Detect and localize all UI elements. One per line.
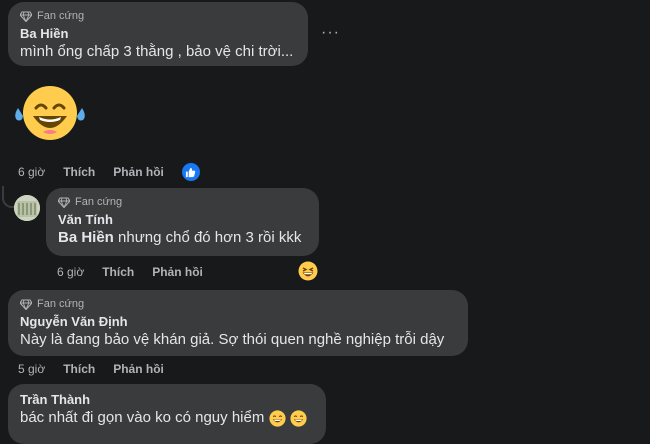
mention-link[interactable]: Ba Hiền — [58, 229, 114, 246]
author-name[interactable]: Văn Tính — [58, 212, 307, 227]
like-button[interactable]: Thích — [63, 362, 95, 376]
comment-time[interactable]: 6 giờ — [57, 265, 84, 279]
fan-badge: Fan cứng — [20, 296, 456, 312]
reply-button[interactable]: Phản hồi — [152, 265, 203, 279]
reply-button[interactable]: Phản hồi — [113, 362, 164, 376]
comment-actions-2: 6 giờ Thích Phản hồi — [57, 265, 221, 279]
comment-bubble-3: Fan cứng Nguyễn Văn Định Này là đang bảo… — [8, 290, 468, 356]
author-name[interactable]: Ba Hiền — [20, 26, 296, 41]
like-reaction-icon[interactable] — [181, 163, 200, 181]
comment-time[interactable]: 5 giờ — [18, 362, 45, 376]
like-button[interactable]: Thích — [63, 165, 95, 179]
badge-label: Fan cứng — [75, 196, 123, 208]
crying-laughing-emoji — [15, 86, 85, 140]
author-name[interactable]: Trần Thành — [20, 392, 314, 407]
laughing-emoji[interactable] — [298, 261, 318, 281]
badge-label: Fan cứng — [37, 10, 85, 22]
comment-bubble-4: Trần Thành bác nhất đi gọn vào ko có ngu… — [8, 384, 326, 444]
badge-label: Fan cứng — [37, 298, 85, 310]
like-button[interactable]: Thích — [102, 265, 134, 279]
diamond-icon — [58, 196, 70, 208]
reply-button[interactable]: Phản hồi — [113, 165, 164, 179]
fan-badge: Fan cứng — [58, 194, 307, 210]
diamond-icon — [20, 10, 32, 22]
grinning-emoji — [290, 409, 307, 427]
author-name[interactable]: Nguyễn Văn Định — [20, 314, 456, 329]
comment-text-body: nhưng chổ đó hơn 3 rồi kkk — [113, 229, 302, 246]
comment-text: mình ổng chấp 3 thằng , bảo vệ chi trời.… — [20, 43, 294, 60]
diamond-icon — [20, 298, 32, 310]
comment-actions-3: 5 giờ Thích Phản hồi — [18, 362, 182, 376]
comment-text-body: bác nhất đi gọn vào ko có nguy hiểm — [20, 409, 265, 426]
fan-badge: Fan cứng — [20, 8, 296, 24]
comment-bubble-2: Fan cứng Văn Tính Ba Hiền nhưng chổ đó h… — [46, 188, 319, 256]
comment-actions-1: 6 giờ Thích Phản hồi — [18, 163, 218, 181]
grinning-emoji — [268, 409, 286, 427]
comment-text: Này là đang bảo vệ khán giả. Sợ thói que… — [20, 331, 445, 348]
comment-time[interactable]: 6 giờ — [18, 165, 45, 179]
comment-bubble-1: Fan cứng Ba Hiền mình ổng chấp 3 thằng ,… — [8, 2, 308, 66]
comment-text: Ba Hiền nhưng chổ đó hơn 3 rồi kkk — [58, 229, 307, 246]
avatar[interactable] — [14, 195, 40, 221]
reply-thread-line — [2, 186, 14, 208]
comment-text: bác nhất đi gọn vào ko có nguy hiểm — [20, 409, 314, 427]
more-options-icon[interactable]: ··· — [321, 24, 340, 42]
